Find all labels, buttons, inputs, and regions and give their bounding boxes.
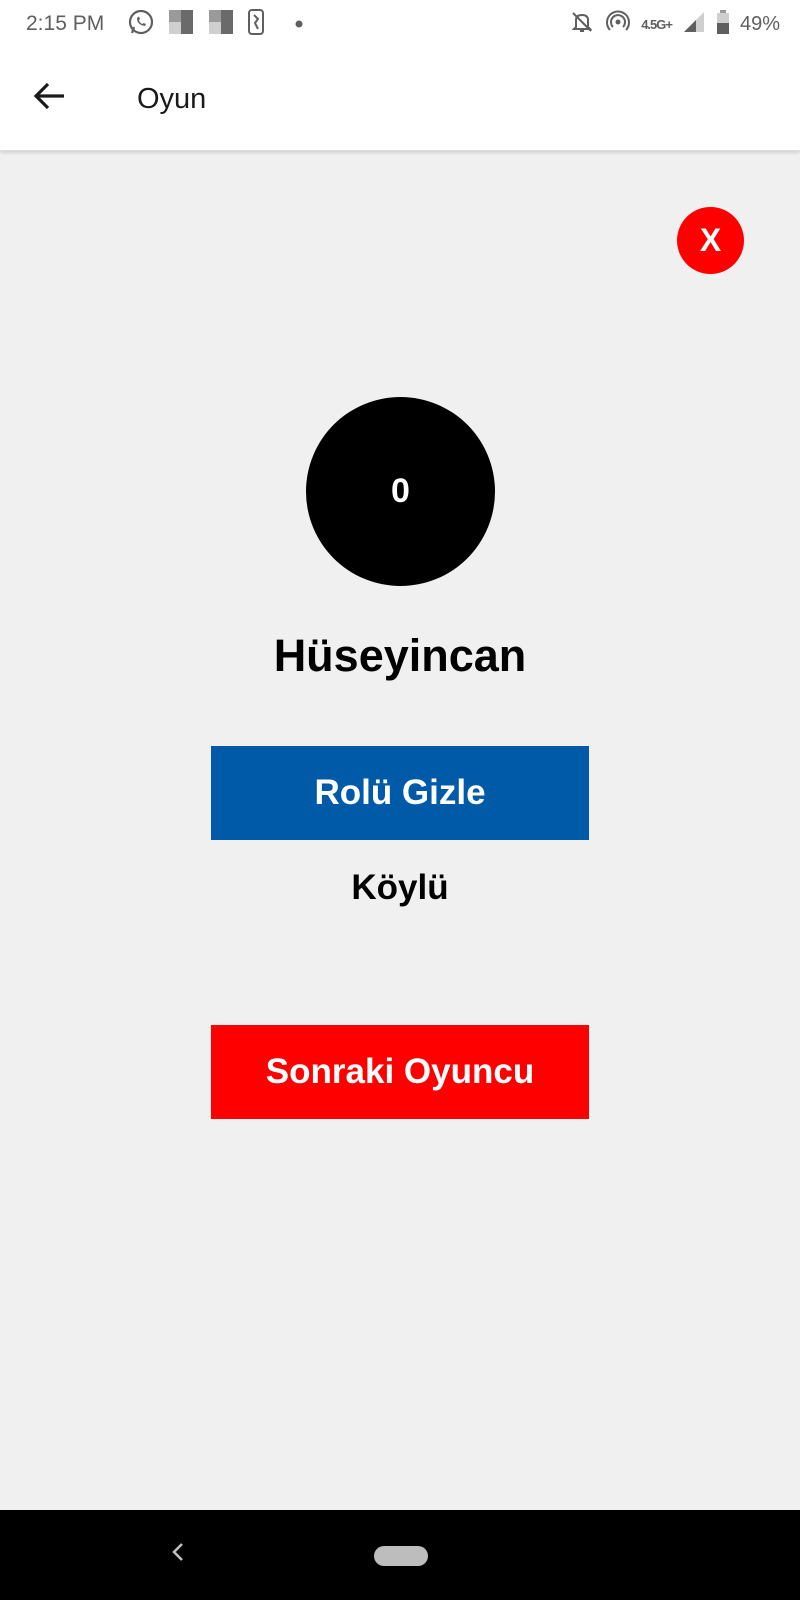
status-system-icons: 4.5G+ 49% <box>569 9 780 40</box>
nba-icon <box>247 8 265 41</box>
player-counter-circle: 0 <box>306 397 495 586</box>
status-time: 2:15 PM <box>26 12 105 35</box>
nav-back-button[interactable] <box>160 1536 196 1572</box>
battery-percentage: 49% <box>739 12 780 35</box>
close-button[interactable]: X <box>677 207 744 274</box>
network-type-label: 4.5G+ <box>641 16 673 32</box>
signal-icon <box>682 10 706 39</box>
battery-icon <box>716 9 730 40</box>
status-bar: 2:15 PM 4.5G+ 49% <box>0 0 800 48</box>
nav-home-pill-icon[interactable] <box>374 1546 428 1566</box>
notification-square-icon <box>207 8 235 41</box>
role-text: Köylü <box>351 868 449 907</box>
whatsapp-icon <box>127 8 155 41</box>
hotspot-icon <box>605 9 631 40</box>
next-player-button[interactable]: Sonraki Oyuncu <box>211 1025 589 1119</box>
player-counter: 0 <box>391 472 410 510</box>
status-notification-icons <box>127 8 303 41</box>
nav-back-icon <box>170 1541 186 1568</box>
hide-role-button[interactable]: Rolü Gizle <box>211 746 589 840</box>
player-name: Hüseyincan <box>273 630 527 681</box>
next-player-label: Sonraki Oyuncu <box>265 1052 535 1091</box>
app-bar: Oyun <box>0 48 800 151</box>
back-button[interactable] <box>26 74 74 122</box>
system-nav-bar <box>0 1510 800 1600</box>
arrow-left-icon <box>33 79 67 118</box>
page-title: Oyun <box>137 83 207 115</box>
dot-icon <box>295 15 303 33</box>
hide-role-label: Rolü Gizle <box>314 773 486 812</box>
mute-icon <box>569 9 595 40</box>
notification-square-icon <box>167 8 195 41</box>
